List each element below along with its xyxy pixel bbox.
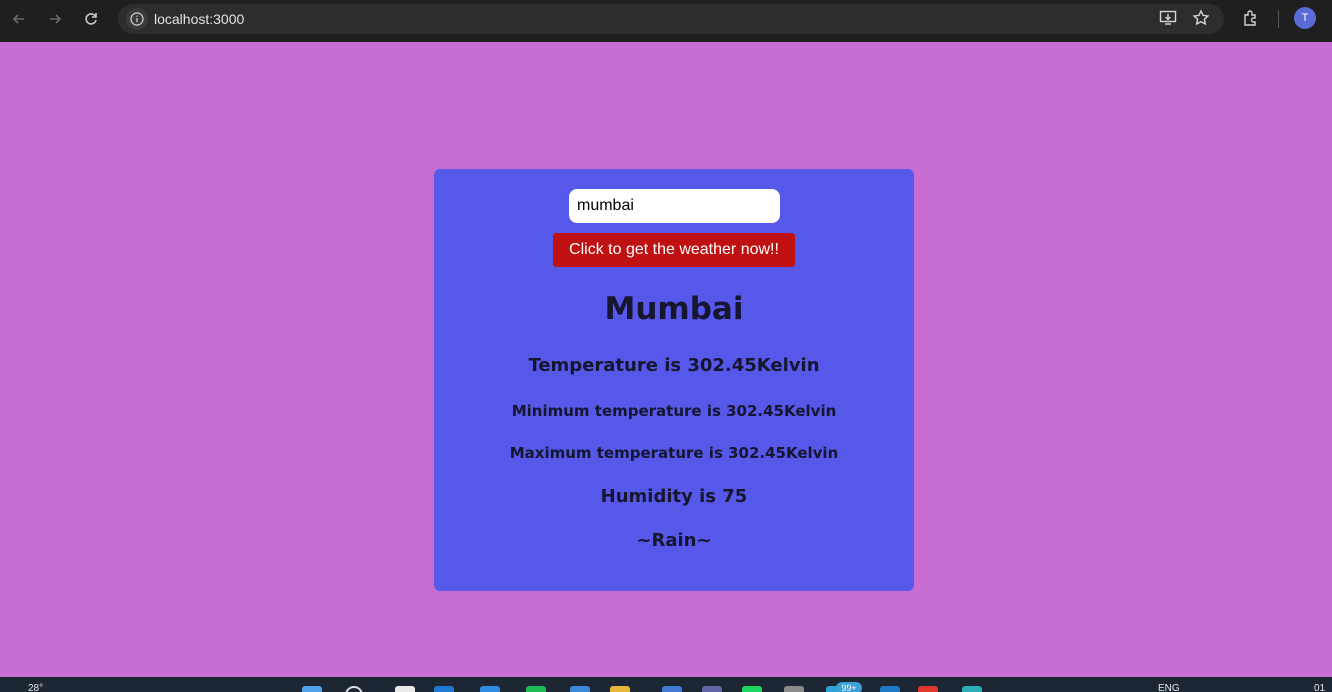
address-bar[interactable]: localhost:3000 (118, 4, 1224, 34)
teams-icon[interactable] (702, 686, 722, 692)
search-icon[interactable] (345, 686, 363, 692)
browser-toolbar: localhost:3000 T (0, 0, 1332, 42)
taskbar-clock[interactable]: 01 (1314, 683, 1325, 692)
back-arrow-icon[interactable] (7, 7, 31, 31)
weather-card: Click to get the weather now!! Mumbai Te… (434, 169, 914, 591)
get-weather-button[interactable]: Click to get the weather now!! (553, 233, 795, 267)
max-temperature-text: Maximum temperature is 302.45Kelvin (509, 444, 839, 462)
reload-icon[interactable] (79, 7, 103, 31)
url-text: localhost:3000 (154, 11, 245, 27)
start-menu-icon[interactable] (302, 686, 322, 692)
humidity-text: Humidity is 75 (600, 486, 748, 507)
notification-badge: 99+ (836, 682, 862, 692)
min-temperature-text: Minimum temperature is 302.45Kelvin (511, 402, 837, 420)
temperature-text: Temperature is 302.45Kelvin (528, 355, 820, 376)
vs-icon[interactable] (880, 686, 900, 692)
whatsapp-icon[interactable] (742, 686, 762, 692)
taskbar: 28° 99+ ENG 01 (0, 677, 1332, 692)
file-explorer-icon[interactable] (610, 686, 630, 692)
weather-description: ~Rain~ (636, 530, 712, 551)
excel-icon[interactable] (526, 686, 546, 692)
site-info-icon[interactable] (126, 8, 148, 30)
bookmark-star-icon[interactable] (1191, 8, 1211, 28)
task-view-icon[interactable] (395, 686, 415, 692)
language-indicator[interactable]: ENG (1158, 683, 1180, 692)
extensions-icon[interactable] (1241, 8, 1261, 28)
install-app-icon[interactable] (1158, 8, 1178, 28)
city-heading: Mumbai (604, 291, 744, 327)
forward-arrow-icon[interactable] (43, 7, 67, 31)
app-teal-icon[interactable] (962, 686, 982, 692)
chrome-icon[interactable] (918, 686, 938, 692)
edge-icon[interactable] (434, 686, 454, 692)
app-icon[interactable] (662, 686, 682, 692)
mail-icon[interactable] (570, 686, 590, 692)
profile-avatar[interactable]: T (1294, 7, 1316, 29)
toolbar-divider (1278, 10, 1279, 28)
city-input[interactable] (569, 189, 780, 223)
store-icon[interactable] (480, 686, 500, 692)
taskbar-weather-temp[interactable]: 28° (28, 683, 43, 692)
terminal-icon[interactable] (784, 686, 804, 692)
